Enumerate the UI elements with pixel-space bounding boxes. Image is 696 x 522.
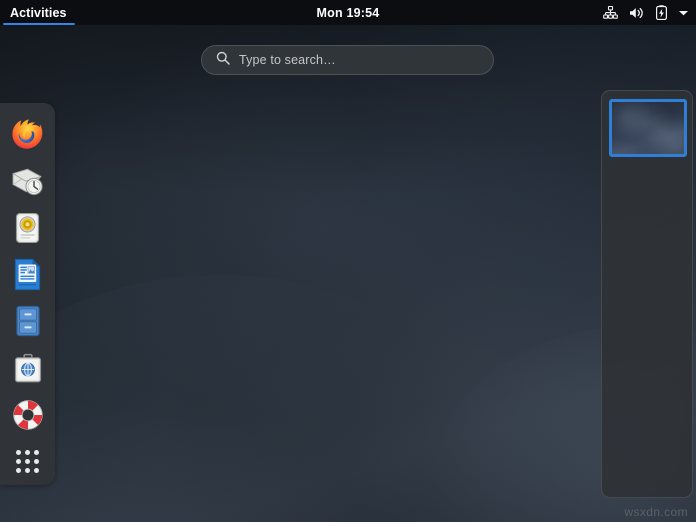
- battery-charging-icon: [656, 5, 667, 20]
- top-panel: Activities Mon 19:54: [0, 0, 696, 25]
- clock-label: Mon 19:54: [316, 5, 380, 20]
- files-icon: [15, 305, 41, 337]
- activities-overview-backdrop[interactable]: [0, 25, 696, 522]
- dash-item-evolution[interactable]: [0, 158, 55, 205]
- dash-item-files[interactable]: [0, 298, 55, 345]
- help-icon: [12, 399, 44, 431]
- clock-button[interactable]: Mon 19:54: [0, 0, 696, 25]
- rhythmbox-icon: [13, 212, 42, 244]
- activities-active-indicator: [3, 23, 75, 25]
- network-wired-icon: [603, 5, 618, 20]
- dash-item-firefox[interactable]: [0, 111, 55, 158]
- dash-item-software[interactable]: [0, 345, 55, 392]
- search-input[interactable]: Type to search…: [201, 45, 494, 75]
- evolution-icon: [11, 166, 44, 197]
- workspace-thumbnail-1[interactable]: [609, 99, 687, 157]
- search-placeholder: Type to search…: [239, 53, 336, 67]
- volume-icon: [629, 6, 645, 20]
- dash: [0, 103, 55, 485]
- show-applications-button[interactable]: [0, 438, 55, 485]
- software-icon: [13, 353, 43, 384]
- chevron-down-icon: [678, 9, 689, 17]
- dash-item-libreoffice-writer[interactable]: [0, 251, 55, 298]
- firefox-icon: [11, 118, 44, 151]
- dash-item-help[interactable]: [0, 392, 55, 439]
- system-status-area[interactable]: [603, 0, 689, 25]
- dash-item-rhythmbox[interactable]: [0, 205, 55, 252]
- activities-label: Activities: [10, 5, 67, 20]
- activities-button[interactable]: Activities: [0, 0, 78, 25]
- search-icon: [216, 51, 230, 70]
- overview-dim-layer: [0, 25, 696, 522]
- workspace-switcher: [601, 90, 693, 498]
- libreoffice-writer-icon: [13, 258, 42, 291]
- watermark: wsxdn.com: [624, 505, 688, 519]
- show-applications-icon: [16, 450, 39, 474]
